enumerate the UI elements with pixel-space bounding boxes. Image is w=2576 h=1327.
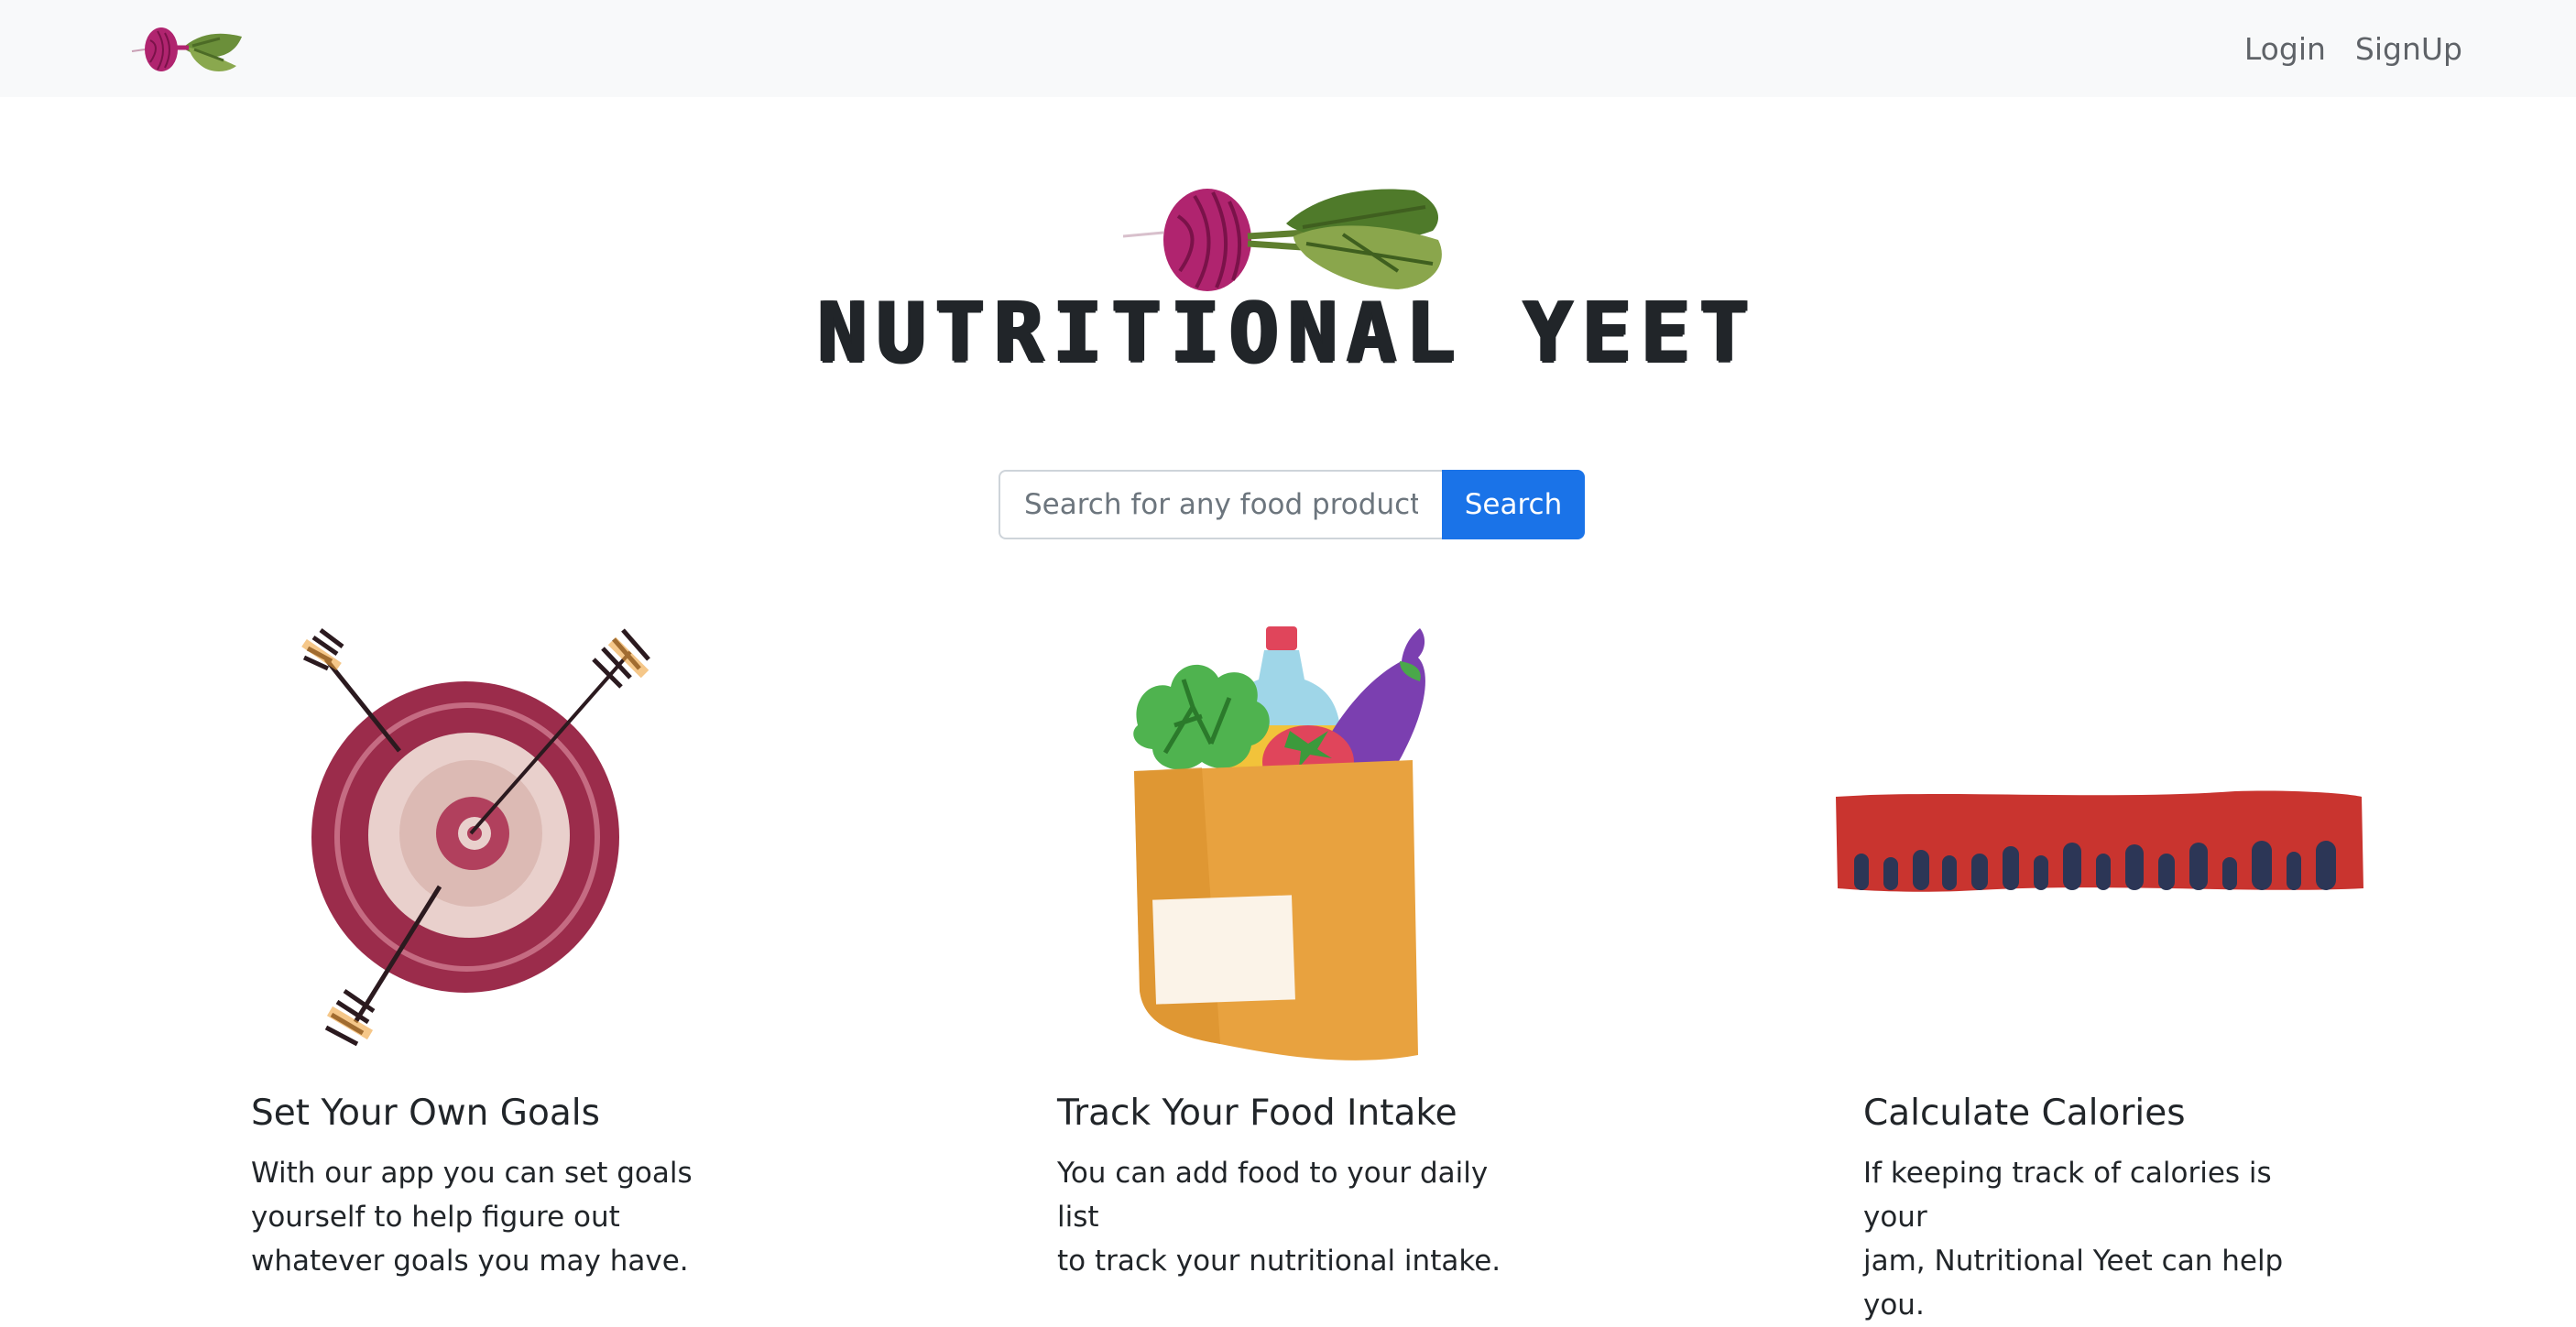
grocery-bag-icon (1129, 625, 1458, 1064)
search-button[interactable]: Search (1442, 470, 1585, 539)
feature-description: With our app you can set goals yourself … (251, 1151, 727, 1283)
feature-line: whatever goals you may have. (251, 1245, 689, 1278)
login-link[interactable]: Login (2241, 27, 2330, 71)
beet-icon (131, 27, 242, 71)
feature-description: You can add food to your daily list to t… (1057, 1151, 1534, 1283)
feature-line: With our app you can set goals (251, 1157, 693, 1190)
nav-links: Login SignUp (2241, 0, 2466, 97)
nav-logo-link[interactable] (128, 18, 247, 79)
ruler-icon (1832, 788, 2367, 907)
feature-line: to track your nutritional intake. (1057, 1245, 1501, 1278)
navbar: Login SignUp (0, 0, 2576, 97)
feature-description: If keeping track of calories is your jam… (1863, 1151, 2340, 1327)
beet-icon (1122, 189, 1442, 291)
feature-title: Set Your Own Goals (251, 1093, 600, 1134)
feature-line: yourself to help figure out (251, 1201, 620, 1234)
site-title: NUTRITIONAL YEET (817, 285, 1759, 381)
hero-logo (1122, 179, 1462, 299)
target-arrows-icon (291, 626, 676, 1057)
feature-title: Track Your Food Intake (1057, 1093, 1457, 1134)
feature-line: If keeping track of calories is your (1863, 1157, 2272, 1234)
feature-line: You can add food to your daily list (1057, 1157, 1489, 1234)
signup-link[interactable]: SignUp (2352, 27, 2466, 71)
feature-title: Calculate Calories (1863, 1093, 2186, 1134)
search-form: Search (999, 470, 1585, 539)
search-input[interactable] (999, 470, 1442, 539)
feature-line: jam, Nutritional Yeet can help you. (1863, 1245, 2284, 1322)
